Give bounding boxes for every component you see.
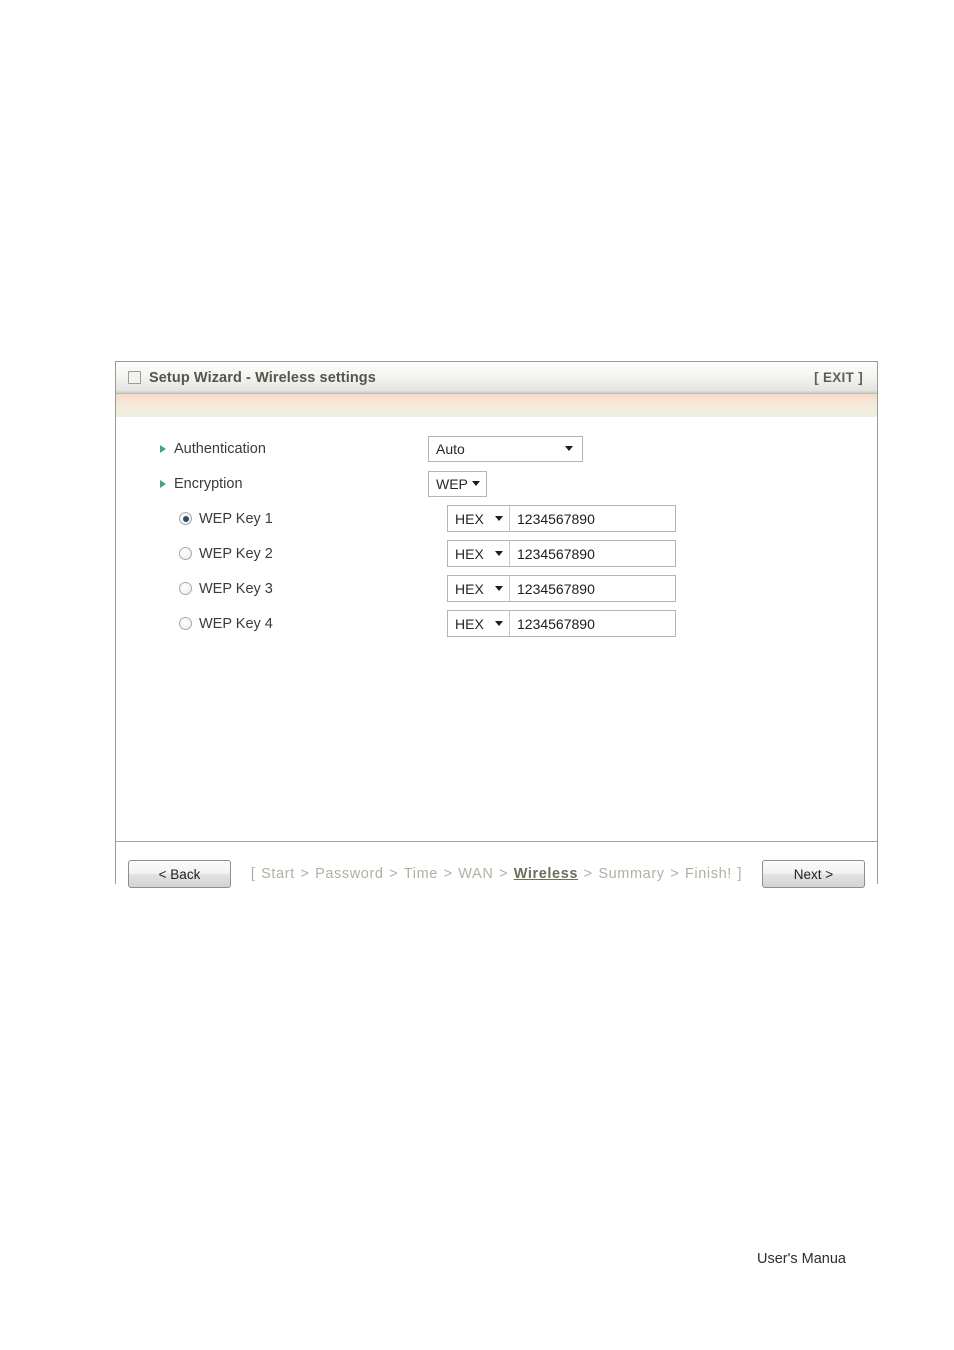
wep-key-4-input[interactable]: 1234567890 (510, 611, 675, 636)
next-button[interactable]: Next > (762, 860, 865, 888)
wep-key-2-format-select[interactable]: HEX (448, 541, 510, 566)
arrow-bullet-icon (160, 479, 166, 488)
wep-key-4-field: HEX 1234567890 (447, 610, 676, 637)
wep-key-2-input[interactable]: 1234567890 (510, 541, 675, 566)
authentication-label: Authentication (174, 440, 266, 457)
wep-key-2-radio[interactable] (179, 547, 192, 560)
breadcrumb-step-summary[interactable]: Summary (598, 866, 664, 882)
setup-wizard-panel: Setup Wizard - Wireless settings [ EXIT … (115, 361, 878, 906)
wep-key-1-format-select[interactable]: HEX (448, 506, 510, 531)
chevron-down-icon (472, 481, 480, 486)
wep-key-4-label: WEP Key 4 (199, 615, 273, 632)
exit-link[interactable]: [ EXIT ] (814, 370, 863, 385)
breadcrumb-close-bracket: ] (732, 866, 743, 882)
panel-title: Setup Wizard - Wireless settings (149, 369, 376, 386)
wizard-breadcrumb: [ Start > Password > Time > WAN > Wirele… (231, 866, 762, 882)
wep-key-1-control: HEX 1234567890 (447, 505, 676, 532)
encryption-label: Encryption (174, 475, 243, 492)
wep-key-3-input[interactable]: 1234567890 (510, 576, 675, 601)
window-icon (128, 371, 141, 384)
panel-titlebar: Setup Wizard - Wireless settings [ EXIT … (116, 362, 877, 394)
breadcrumb-step-time[interactable]: Time (404, 866, 438, 882)
breadcrumb-step-password[interactable]: Password (315, 866, 383, 882)
authentication-control: Auto (428, 435, 583, 462)
wep-key-3-radio[interactable] (179, 582, 192, 595)
authentication-label-group: Authentication (160, 441, 428, 457)
breadcrumb-open-bracket: [ (250, 866, 261, 882)
breadcrumb-step-start[interactable]: Start (261, 866, 295, 882)
wep-key-2-field: HEX 1234567890 (447, 540, 676, 567)
encryption-selected-value: WEP (436, 475, 468, 492)
chevron-down-icon (565, 446, 573, 451)
row-wep-key-1: WEP Key 1 HEX 1234567890 (116, 501, 877, 536)
breadcrumb-step-wan[interactable]: WAN (458, 866, 493, 882)
chevron-down-icon (495, 586, 503, 591)
wep-key-4-format-select[interactable]: HEX (448, 611, 510, 636)
encryption-control: WEP (428, 470, 487, 497)
wep-key-1-format-value: HEX (455, 510, 484, 527)
wep-key-1-input[interactable]: 1234567890 (510, 506, 675, 531)
authentication-selected-value: Auto (436, 440, 465, 457)
row-wep-key-3: WEP Key 3 HEX 1234567890 (116, 571, 877, 606)
wep-key-1-field: HEX 1234567890 (447, 505, 676, 532)
chevron-down-icon (495, 516, 503, 521)
wep-key-3-format-value: HEX (455, 580, 484, 597)
breadcrumb-separator: > (494, 866, 513, 882)
breadcrumb-separator: > (665, 866, 684, 882)
wep-key-1-radio[interactable] (179, 512, 192, 525)
accent-band (116, 394, 877, 417)
wep-key-3-control: HEX 1234567890 (447, 575, 676, 602)
arrow-bullet-icon (160, 444, 166, 453)
page-footer-text: User's Manua (757, 1251, 846, 1267)
wep-key-2-format-value: HEX (455, 545, 484, 562)
wep-key-4-radio[interactable] (179, 617, 192, 630)
row-encryption: Encryption WEP (116, 466, 877, 501)
row-wep-key-2: WEP Key 2 HEX 1234567890 (116, 536, 877, 571)
panel-footer: < Back [ Start > Password > Time > WAN >… (116, 841, 877, 906)
panel-body: Authentication Auto Encryption WEP WEP K… (116, 417, 877, 841)
wep-key-3-label: WEP Key 3 (199, 580, 273, 597)
wep-key-2-control: HEX 1234567890 (447, 540, 676, 567)
wep-key-3-label-group: WEP Key 3 (160, 581, 447, 597)
back-button[interactable]: < Back (128, 860, 231, 888)
wep-key-1-label-group: WEP Key 1 (160, 511, 447, 527)
breadcrumb-separator: > (384, 866, 403, 882)
row-wep-key-4: WEP Key 4 HEX 1234567890 (116, 606, 877, 641)
breadcrumb-separator: > (295, 866, 315, 882)
wep-key-3-format-select[interactable]: HEX (448, 576, 510, 601)
encryption-label-group: Encryption (160, 476, 428, 492)
wep-key-4-format-value: HEX (455, 615, 484, 632)
breadcrumb-separator: > (438, 866, 458, 882)
chevron-down-icon (495, 621, 503, 626)
row-authentication: Authentication Auto (116, 431, 877, 466)
authentication-select[interactable]: Auto (428, 435, 583, 462)
wep-key-2-label: WEP Key 2 (199, 545, 273, 562)
chevron-down-icon (495, 551, 503, 556)
breadcrumb-separator: > (579, 866, 598, 882)
wep-key-2-label-group: WEP Key 2 (160, 546, 447, 562)
breadcrumb-step-finish[interactable]: Finish! (685, 866, 732, 882)
wep-key-3-field: HEX 1234567890 (447, 575, 676, 602)
wep-key-4-control: HEX 1234567890 (447, 610, 676, 637)
breadcrumb-step-wireless[interactable]: Wireless (514, 866, 578, 882)
wep-key-1-label: WEP Key 1 (199, 510, 273, 527)
encryption-select[interactable]: WEP (428, 470, 487, 497)
wep-key-4-label-group: WEP Key 4 (160, 616, 447, 632)
